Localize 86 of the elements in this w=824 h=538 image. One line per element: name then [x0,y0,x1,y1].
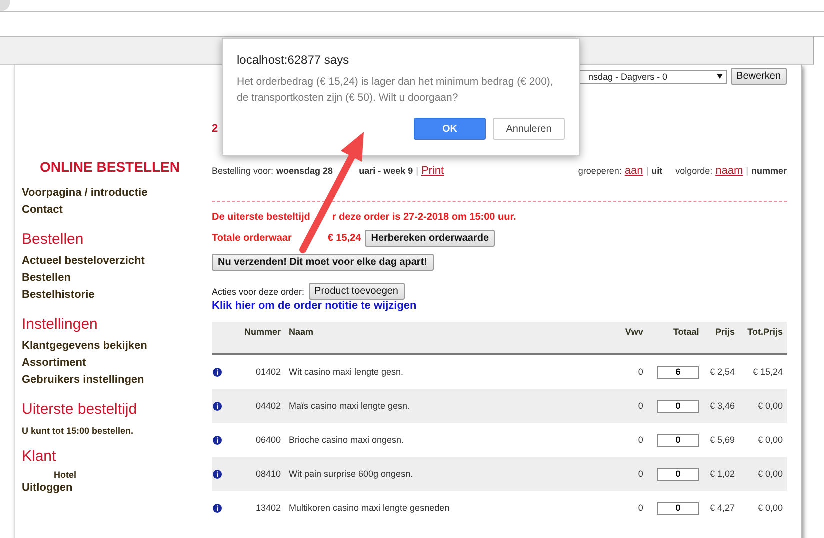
recalculate-button[interactable]: Herbereken orderwaarde [365,230,496,247]
dialog-title: localhost:62877 says [237,53,350,67]
separator: | [416,166,418,176]
table-cell: 08410 [230,457,285,491]
order-date: woensdag 28 [276,166,334,176]
table-cell: Wit casino maxi lengte gesn. [285,354,620,389]
nav-link[interactable]: Voorpagina / introductie [22,187,148,199]
table-cell: 13402 [230,491,285,525]
order-date: uari - week 9 [359,166,414,176]
info-icon[interactable] [213,504,222,512]
order-total: € 15,24 [328,233,362,244]
nav-link[interactable]: Gebruikers instellingen [22,374,144,386]
table-cell: € 4,27 [703,491,739,525]
option-label: groeperen: [578,166,622,176]
column-header: Vwv [620,322,648,354]
column-header: Nummer [230,322,285,354]
table-cell: € 2,54 [703,354,739,389]
option-link[interactable]: naam [716,165,744,177]
nav-link[interactable]: Klantgegevens bekijken [22,340,148,352]
table-cell: 0 [620,423,648,457]
cancel-button[interactable]: Annuleren [493,118,565,140]
table-cell: € 5,69 [703,423,739,457]
order-label: Bestelling voor: [212,166,274,176]
quantity-field[interactable]: 0 [657,400,700,412]
option-link[interactable]: nummer [751,166,787,176]
table-cell: Multikoren casino maxi lengte gesneden [285,491,620,525]
add-product-button[interactable]: Product toevoegen [308,283,404,300]
section-heading: Instellingen [22,316,99,333]
column-header: Tot.Prijs [739,322,787,354]
print-link[interactable]: Print [421,165,444,177]
nav-link[interactable]: Bestellen [22,272,71,284]
section-heading: Bestellen [22,231,85,248]
column-header: Prijs [703,322,739,354]
info-icon[interactable] [213,402,222,410]
deadline-message: r deze order is 27-2-2018 om 15:00 uur. [332,212,516,223]
quantity-field[interactable]: 6 [657,366,700,378]
info-icon[interactable] [213,368,222,376]
option-link[interactable]: aan [624,165,644,177]
column-header: Naam [285,322,620,354]
info-icon[interactable] [213,470,222,478]
table-cell: Brioche casino maxi ongesn. [285,423,620,457]
table-cell: 06400 [230,423,285,457]
deadline-note: U kunt tot 15:00 bestellen. [22,426,135,436]
order-total: Totale orderwaar [212,233,292,244]
option-label: volgorde: [676,166,713,176]
table-cell: € 1,02 [703,457,739,491]
actions-label: Acties voor deze order: [212,286,305,296]
dialog-message: Het orderbedrag (€ 15,24) is lager dan het minimum bedrag (€ 200), de transportkosten zijn (€ 50). Wilt u doorgaan? [237,75,554,106]
table-cell: € 0,00 [739,457,787,491]
table-cell: € 0,00 [739,491,787,525]
quantity-field[interactable]: 0 [657,434,700,446]
nav-link[interactable]: Uitloggen [22,482,73,494]
section-heading: Klant [22,448,58,465]
table-cell: € 0,00 [739,423,787,457]
nav-link[interactable]: Assortiment [22,357,86,369]
separator: | [646,166,649,176]
edit-button[interactable]: Bewerken [730,68,787,85]
site-title: ONLINE BESTELLEN [38,159,181,175]
caret-icon [716,74,723,79]
table-cell: 01402 [230,354,285,389]
send-now-button[interactable]: Nu verzenden! Dit moet voor elke dag apart! [212,254,434,271]
nav-link[interactable]: Actueel besteloverzicht [22,255,145,267]
customer-name: Hotel [53,470,78,480]
ok-button[interactable]: OK [414,118,486,140]
quantity-field[interactable]: 0 [657,502,700,514]
table-cell: 04402 [230,389,285,423]
table-cell: 0 [620,457,648,491]
quantity-field[interactable]: 0 [657,468,700,480]
nav-link[interactable]: Contact [22,204,63,216]
partial-heading: 2 [212,123,218,135]
table-cell: 0 [620,491,648,525]
nav-link[interactable]: Bestelhistorie [22,289,95,301]
separator: | [746,166,748,176]
table-cell: € 0,00 [739,389,787,423]
table-cell: € 15,24 [739,354,787,389]
table-cell: 0 [620,354,648,389]
edit-note-link[interactable]: Klik hier om de order notitie te wijzigen [212,300,417,312]
section-heading: Uiterste besteltijd [22,401,138,418]
table-cell: Maïs casino maxi lengte gesn. [285,389,620,423]
deadline-message: De uiterste besteltijd [212,212,310,223]
table-cell: € 3,46 [703,389,739,423]
table-cell: Wit pain surprise 600g ongesn. [285,457,620,491]
table-cell: 0 [620,389,648,423]
info-icon[interactable] [213,436,222,444]
option-link[interactable]: uit [652,166,663,176]
column-header: Totaal [647,322,704,354]
